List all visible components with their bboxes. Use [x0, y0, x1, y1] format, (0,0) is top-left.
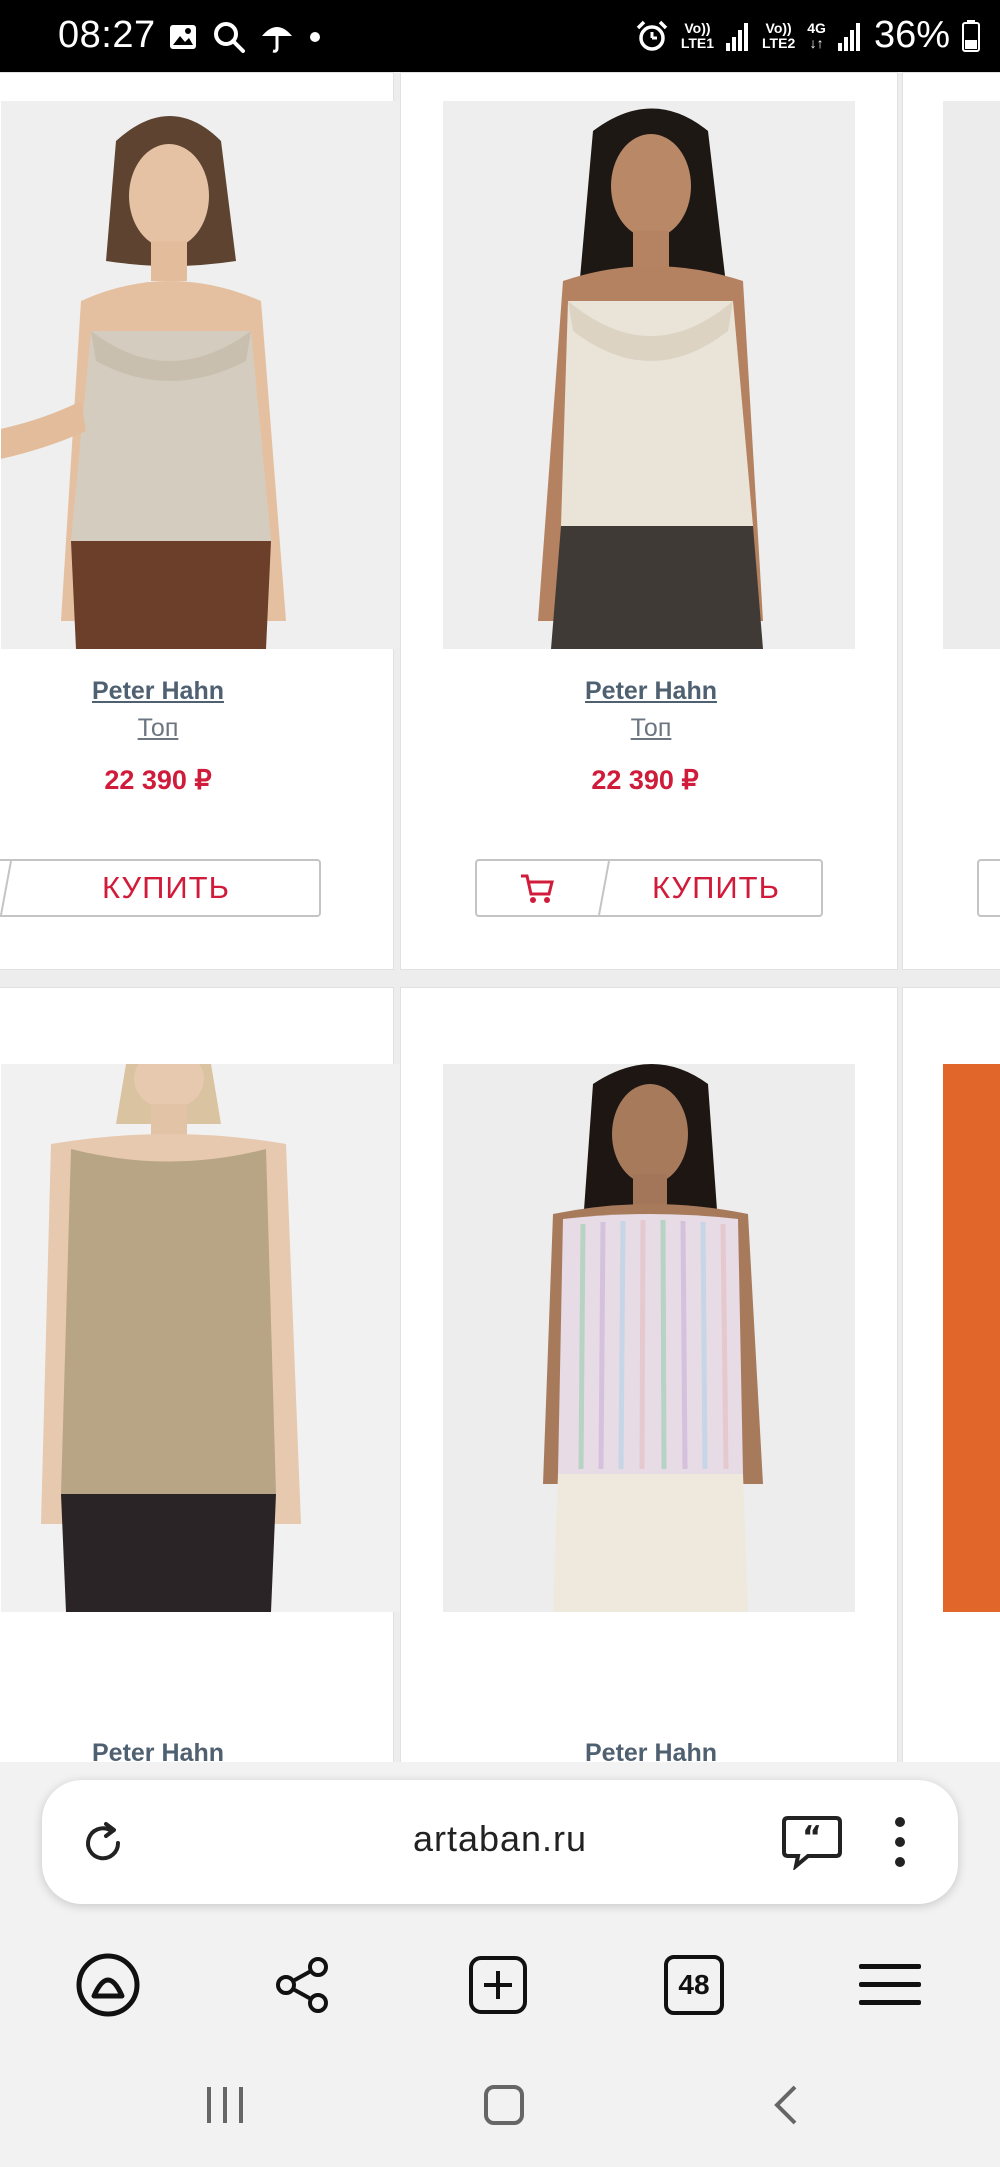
alice-icon — [76, 1953, 140, 2017]
status-left-icons — [168, 20, 322, 54]
product-brand[interactable]: Peter Hahn — [401, 677, 901, 706]
recents-icon[interactable] — [203, 2083, 247, 2127]
product-image[interactable] — [943, 101, 1000, 649]
address-bar[interactable]: artaban.ru “ — [42, 1780, 958, 1904]
buy-button[interactable]: КУПИТЬ — [611, 861, 821, 915]
product-price: 22 390 ₽ — [591, 765, 699, 795]
product-card[interactable] — [902, 987, 1000, 1762]
gallery-icon — [170, 25, 196, 49]
svg-text:“: “ — [802, 1820, 822, 1855]
alarm-icon — [636, 20, 668, 51]
product-image[interactable] — [943, 1064, 1000, 1612]
plus-icon — [469, 1956, 527, 2014]
battery-icon — [962, 19, 980, 52]
signal-icon — [837, 22, 860, 51]
tab-count: 48 — [664, 1955, 724, 2015]
sim2-indicator: Vo)) LTE2 — [762, 19, 796, 51]
home-icon[interactable] — [482, 2083, 526, 2127]
alice-button[interactable] — [68, 1945, 148, 2025]
product-type[interactable]: Топ — [401, 714, 901, 743]
product-brand[interactable]: Peter Hahn — [0, 1739, 408, 1762]
signal-icon — [726, 22, 749, 51]
buy-box: КУПИТЬ — [475, 859, 823, 917]
buy-box — [977, 859, 1000, 917]
separator — [598, 861, 610, 915]
share-button[interactable] — [262, 1945, 342, 2025]
quote-icon[interactable]: “ — [782, 1814, 842, 1870]
product-image[interactable] — [443, 101, 855, 649]
search-icon — [214, 22, 245, 53]
browser-toolbar: 48 — [0, 1925, 1000, 2045]
dot-icon — [310, 32, 320, 42]
status-right: Vo)) LTE1 Vo)) LTE2 4G ↓↑ 36% — [635, 14, 980, 57]
cart-icon — [521, 874, 554, 903]
hamburger-icon — [859, 1964, 921, 2005]
product-image[interactable] — [1, 101, 413, 649]
separator — [0, 861, 12, 915]
product-card[interactable]: Peter Hahn — [0, 987, 413, 1762]
buy-box: КУПИТЬ — [0, 859, 321, 917]
product-card[interactable]: Peter Hahn Топ 22 390 ₽ КУПИТЬ — [400, 72, 898, 970]
network-type: 4G ↓↑ — [807, 19, 826, 51]
sim1-indicator: Vo)) LTE1 — [680, 19, 715, 51]
buy-button[interactable]: КУПИТЬ — [13, 861, 319, 915]
status-time: 08:27 — [58, 14, 156, 56]
share-icon — [276, 1957, 328, 2013]
menu-button[interactable] — [850, 1945, 930, 2025]
back-icon[interactable] — [765, 2083, 809, 2127]
product-card[interactable]: Peter Hahn Топ 22 390 ₽ КУПИТЬ — [0, 72, 413, 970]
product-grid: Peter Hahn Топ 22 390 ₽ КУПИТЬ Peter Hah… — [0, 72, 1000, 1762]
add-to-cart-button[interactable] — [477, 861, 597, 915]
product-image[interactable] — [1, 1064, 413, 1612]
new-tab-button[interactable] — [458, 1945, 538, 2025]
umbrella-icon — [262, 27, 292, 53]
product-brand[interactable]: Peter Hahn — [401, 1739, 901, 1762]
more-icon[interactable] — [894, 1816, 906, 1868]
product-card[interactable] — [902, 72, 1000, 970]
product-brand[interactable]: Peter Hahn — [0, 677, 408, 706]
system-nav — [0, 2055, 1000, 2167]
product-image[interactable] — [443, 1064, 855, 1612]
product-type[interactable]: Топ — [0, 714, 408, 743]
battery-percent: 36% — [873, 14, 950, 56]
product-price: 22 390 ₽ — [104, 765, 212, 795]
product-card[interactable]: Peter Hahn — [400, 987, 898, 1762]
tabs-button[interactable]: 48 — [654, 1945, 734, 2025]
status-bar: 08:27 Vo)) LTE1 Vo)) LTE2 4G ↓↑ 36% — [0, 0, 1000, 72]
